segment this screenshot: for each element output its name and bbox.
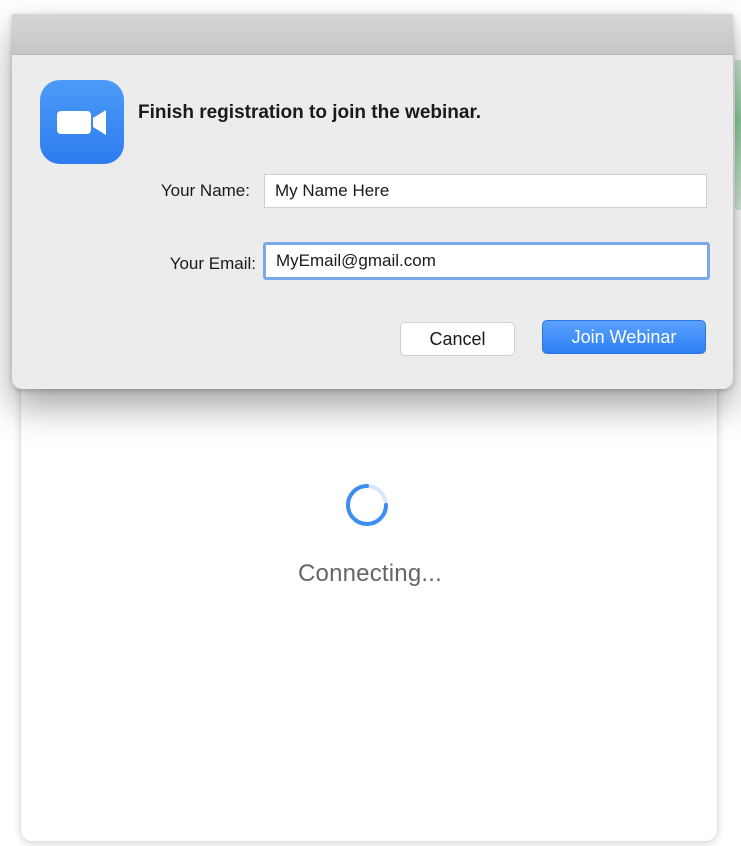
join-webinar-button[interactable]: Join Webinar	[542, 320, 706, 354]
zoom-camera-icon	[40, 80, 124, 164]
loading-spinner-icon	[346, 484, 388, 526]
dialog-titlebar	[12, 14, 733, 55]
cancel-button[interactable]: Cancel	[400, 322, 515, 356]
name-field[interactable]	[264, 174, 707, 208]
email-field[interactable]	[263, 242, 710, 280]
name-label: Your Name:	[160, 181, 250, 200]
screen: Connecting... Finish registration to joi…	[0, 0, 741, 846]
registration-dialog: Finish registration to join the webinar.…	[12, 14, 733, 389]
dialog-title: Finish registration to join the webinar.	[138, 102, 482, 123]
email-label: Your Email:	[169, 254, 256, 273]
background-window-edge	[735, 60, 741, 210]
connecting-status: Connecting...	[297, 560, 443, 587]
